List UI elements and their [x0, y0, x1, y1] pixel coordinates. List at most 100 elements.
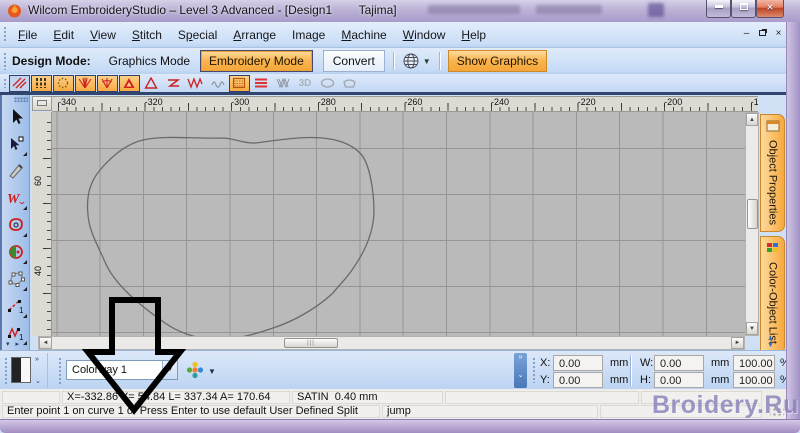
show-graphics-button[interactable]: Show Graphics: [448, 50, 547, 72]
chevron-right-icon[interactable]: »: [35, 356, 39, 363]
motif-fill-icon[interactable]: [53, 75, 74, 92]
color-object-list-icon: [766, 241, 780, 259]
tab-object-properties[interactable]: Object Properties: [760, 114, 785, 232]
status-empty-cell: [445, 391, 639, 404]
design-mode-label: Design Mode:: [12, 54, 91, 68]
horizontal-scrollbar[interactable]: ◄ ||| ►: [38, 336, 745, 350]
colorway-select[interactable]: Colorway 1 ▼: [66, 360, 178, 380]
convert-button[interactable]: Convert: [323, 50, 385, 72]
stitch-toolbar: 3D: [0, 74, 786, 95]
penetration-point-tool[interactable]: 1: [4, 293, 28, 319]
pattern-run-icon[interactable]: [207, 75, 228, 92]
vertical-scrollbar[interactable]: ▲ ▼: [745, 112, 759, 336]
chevron-down-icon[interactable]: ▼: [162, 361, 177, 379]
width-scale-input[interactable]: [733, 355, 775, 371]
basket-weave-icon[interactable]: [339, 75, 360, 92]
knife-tool[interactable]: [4, 158, 28, 184]
menu-item-help[interactable]: Help: [453, 25, 494, 45]
x-label: X:: [540, 357, 550, 369]
toolbar-separator: [630, 355, 631, 386]
mdi-minimize-button[interactable]: –: [740, 27, 753, 41]
ruler-label: -220: [578, 97, 596, 107]
toolbar-separator: [439, 52, 440, 70]
maximize-button[interactable]: [731, 0, 756, 18]
menu-item-file[interactable]: File: [10, 25, 45, 45]
3d-effect-icon[interactable]: 3D: [295, 75, 316, 92]
scroll-right-button[interactable]: ►: [731, 337, 744, 349]
y-input[interactable]: [553, 372, 603, 388]
ruler-label: -240: [491, 97, 509, 107]
menu-item-machine[interactable]: Machine: [333, 25, 394, 45]
menu-item-view[interactable]: View: [82, 25, 124, 45]
tatami-fill-icon[interactable]: [31, 75, 52, 92]
width-input[interactable]: [654, 355, 704, 371]
scroll-left-button[interactable]: ◄: [39, 337, 52, 349]
satin-outline-icon[interactable]: [141, 75, 162, 92]
program-split-icon[interactable]: [251, 75, 272, 92]
design-canvas[interactable]: [52, 112, 745, 336]
star-fill-icon[interactable]: [75, 75, 96, 92]
embroidery-mode-button[interactable]: Embroidery Mode: [200, 50, 313, 72]
contrast-view-icon[interactable]: [11, 357, 31, 383]
chevron-down-icon[interactable]: ▼: [208, 367, 216, 376]
appliance-tool[interactable]: [4, 239, 28, 265]
globe-icon: [402, 52, 420, 70]
menu-item-arrange[interactable]: Arrange: [225, 25, 284, 45]
scroll-down-button[interactable]: ▼: [746, 322, 758, 335]
toolbar-grip[interactable]: [4, 357, 8, 384]
menu-item-image[interactable]: Image: [284, 25, 333, 45]
scroll-up-button[interactable]: ▲: [746, 113, 758, 126]
w-unit: mm: [711, 357, 729, 369]
vertical-scroll-thumb[interactable]: [747, 199, 758, 229]
ruler-label: -180: [751, 97, 758, 107]
svg-text:W: W: [7, 192, 21, 207]
tab-scroll-arrows[interactable]: ▲▼: [767, 335, 774, 349]
trapunto-icon[interactable]: [317, 75, 338, 92]
chevron-down-icon[interactable]: ⌄: [35, 377, 41, 385]
menu-item-window[interactable]: Window: [395, 25, 454, 45]
polygon-select-tool[interactable]: [4, 266, 28, 292]
menu-item-edit[interactable]: Edit: [45, 25, 82, 45]
colorway-palette-icon[interactable]: [186, 361, 204, 379]
ruler-label: -200: [664, 97, 682, 107]
height-scale-input[interactable]: [733, 372, 775, 388]
run-stitch-icon[interactable]: [185, 75, 206, 92]
flexi-split-icon[interactable]: [273, 75, 294, 92]
toolbar-grip[interactable]: [3, 78, 7, 88]
graphics-mode-button[interactable]: Graphics Mode: [105, 51, 194, 71]
toolbar-grip[interactable]: [3, 52, 7, 70]
mdi-restore-button[interactable]: [756, 27, 769, 41]
reshape-tool[interactable]: [4, 131, 28, 157]
toolbar-grip[interactable]: [58, 357, 62, 384]
pattern-fill-icon[interactable]: [229, 75, 250, 92]
select-tool[interactable]: [4, 104, 28, 130]
minimize-button[interactable]: [706, 0, 731, 18]
hoop-globe-dropdown[interactable]: ▼: [402, 52, 431, 70]
mdi-close-button[interactable]: ×: [772, 27, 785, 41]
menu-item-stitch[interactable]: Stitch: [124, 25, 170, 45]
fancy-fill-icon[interactable]: [9, 75, 30, 92]
menu-item-special[interactable]: Special: [170, 25, 225, 45]
chevron-down-icon: ▼: [423, 57, 431, 66]
x-input[interactable]: [553, 355, 603, 371]
close-button[interactable]: ×: [756, 0, 784, 18]
toolbar-grip[interactable]: [3, 26, 7, 43]
ripple-fill-icon[interactable]: [97, 75, 118, 92]
toolbar-collapse-handle[interactable]: »⌄: [514, 353, 527, 388]
toolbox-overflow-button[interactable]: ▾ ▸: [6, 340, 21, 348]
closed-shape-tool[interactable]: [4, 212, 28, 238]
menu-bar: FileEditViewStitchSpecialArrangeImageMac…: [0, 22, 786, 48]
view-mini-toolbar: » ⌄: [2, 353, 48, 388]
glass-artifact: [648, 3, 664, 17]
horizontal-scroll-thumb[interactable]: |||: [284, 338, 338, 348]
satin-stitch-icon[interactable]: [119, 75, 140, 92]
horizontal-ruler: -340-320-300-280-260-240-220-200-180: [52, 96, 758, 112]
zigzag-stitch-icon[interactable]: [163, 75, 184, 92]
toolbar-grip[interactable]: [14, 97, 28, 102]
height-input[interactable]: [654, 372, 704, 388]
lettering-tool[interactable]: W: [4, 185, 28, 211]
status-connector-mode: jump: [382, 405, 598, 418]
window-controls: ×: [706, 0, 784, 18]
toolbar-grip[interactable]: [532, 357, 536, 383]
ruler-origin-button[interactable]: [32, 96, 52, 111]
